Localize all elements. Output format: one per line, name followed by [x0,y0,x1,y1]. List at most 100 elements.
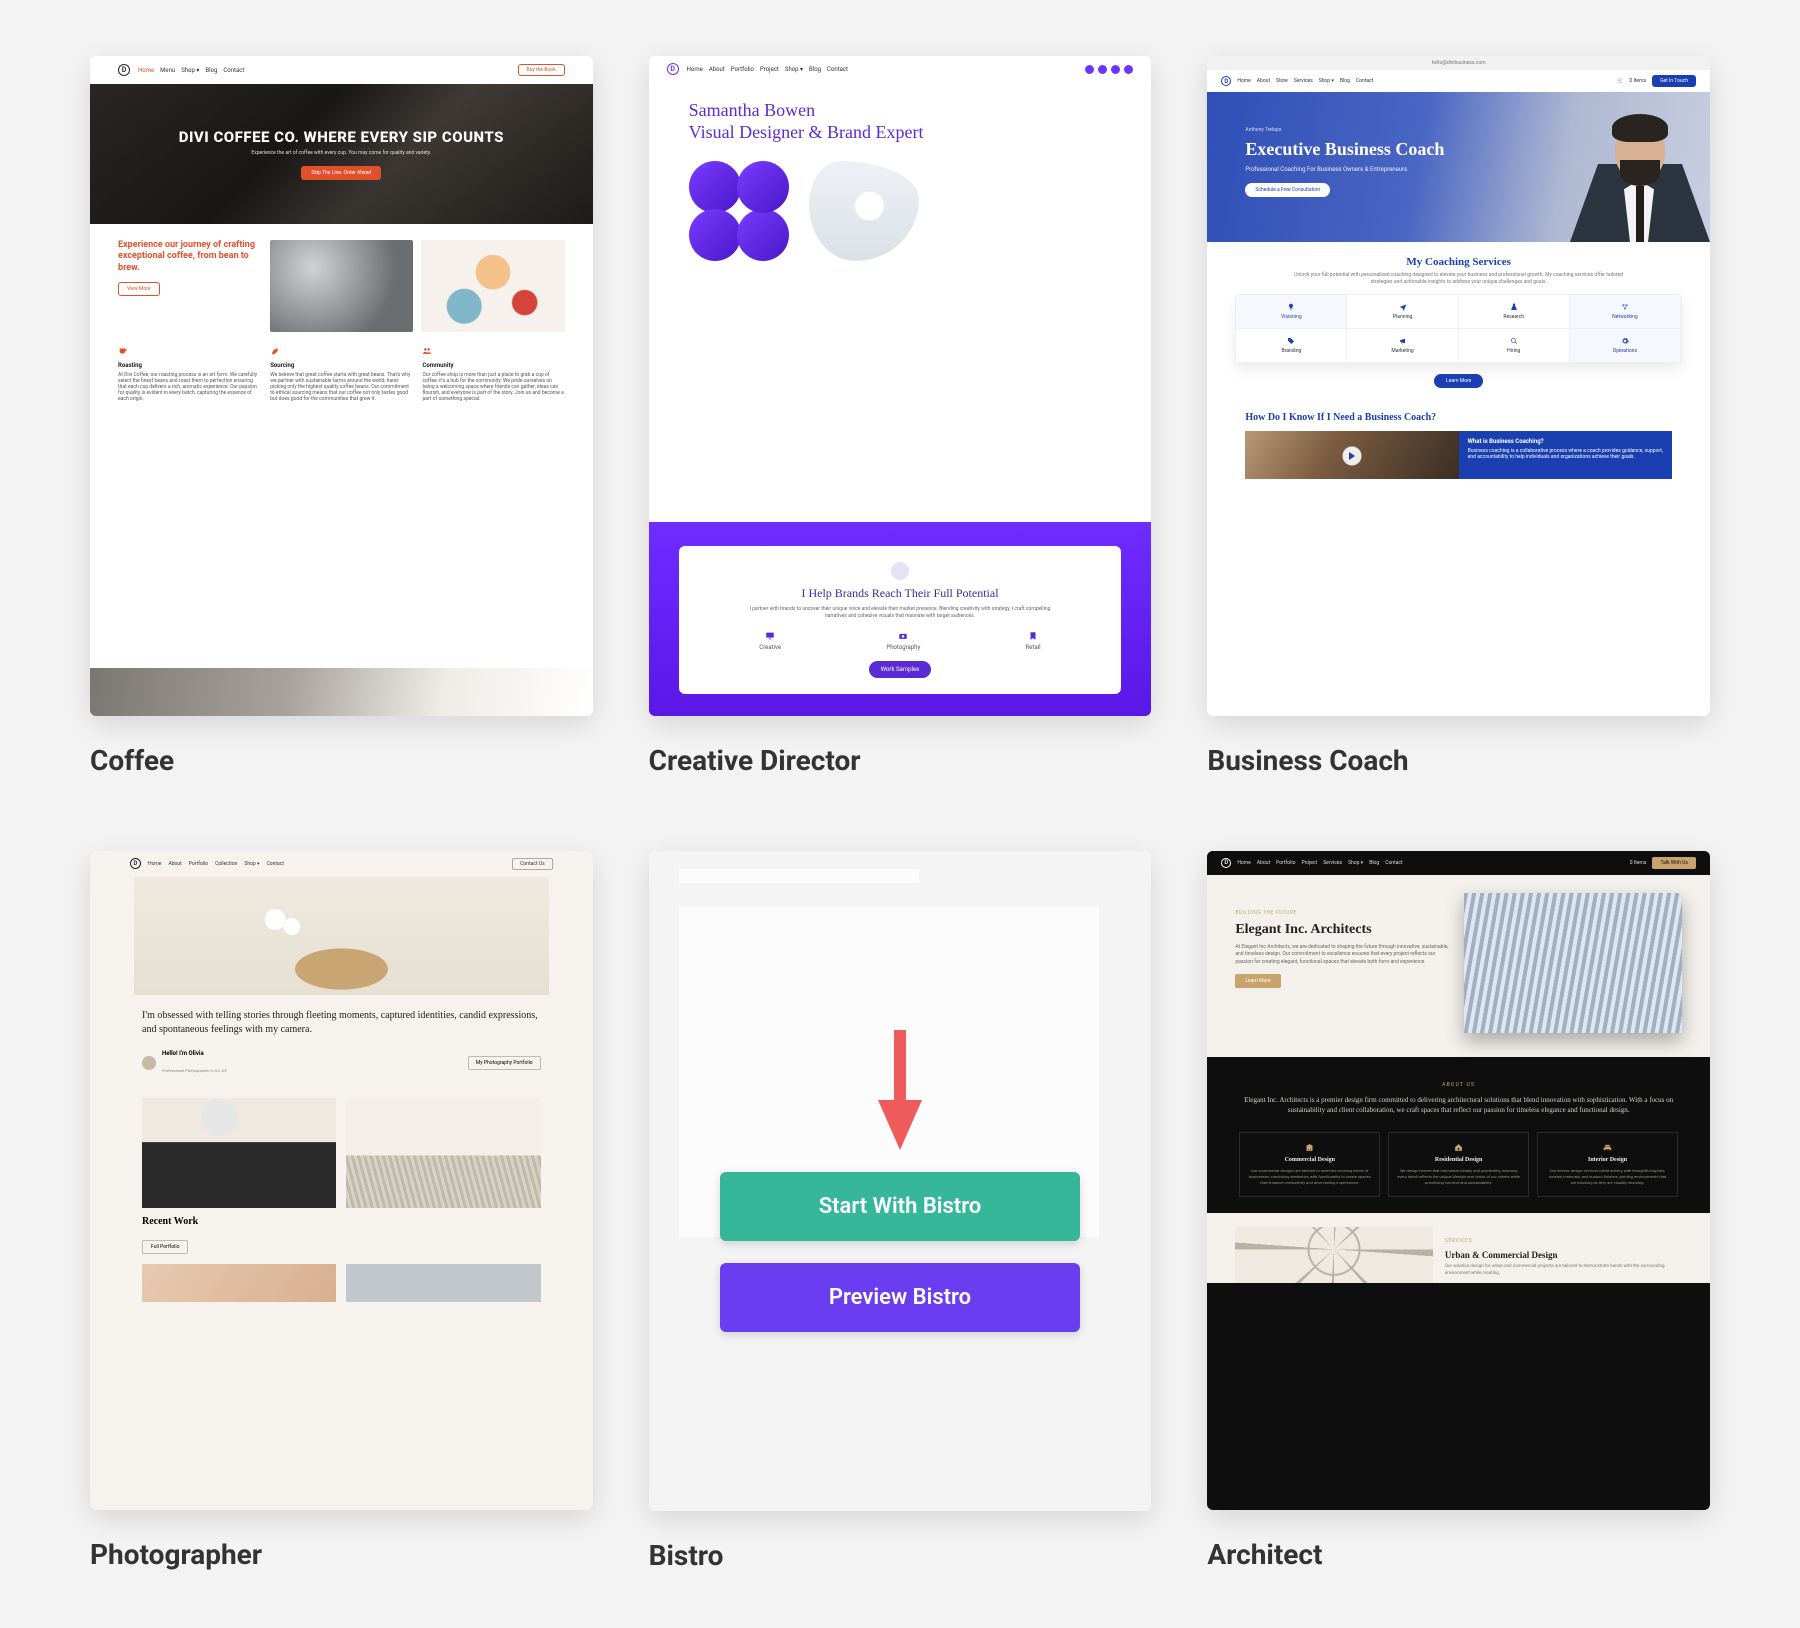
home-icon [1454,1143,1463,1152]
nav-item: About [1257,860,1270,866]
coffee-hero-btn: Skip The Line. Order Ahead [301,166,381,180]
avatar [142,1056,156,1070]
photog-byline-btn: My Photography Portfolio [468,1056,541,1070]
card-business-coach[interactable]: hello@divibusiness.com D Home About Stor… [1207,56,1710,777]
photog-footrow [90,1264,593,1302]
nav-item: Blog [1369,860,1379,866]
col-text: Our coffee shop is more than just a plac… [422,372,564,402]
bistro-hover-overlay: Start With Bistro Preview Bistro [649,851,1152,1511]
nav-item: About [709,66,725,73]
photog-hero-image [134,877,549,995]
lightbulb-icon [1287,303,1295,311]
arch-ferris-image [1235,1227,1433,1283]
nav-item: Contact [1385,860,1402,866]
svc-label: Visioning [1281,314,1302,320]
thumb-coffee[interactable]: D Home Menu Shop ▾ Blog Contact Buy the … [90,56,593,716]
leaf-icon [270,346,280,356]
thumb-bistro[interactable]: Start With Bistro Preview Bistro [649,851,1152,1511]
cup-icon [118,346,128,356]
creative-nav: Home About Portfolio Project Shop ▾ Blog… [687,66,848,73]
photog-byline: Hello! I'm Olivia Professional Photograp… [90,1044,593,1088]
nav-item: Blog [1340,78,1350,84]
svc-text: Our commercial designs are tailored to m… [1248,1168,1371,1186]
coach-video-thumbnail [1245,431,1458,479]
creative-purple-band: I Help Brands Reach Their Full Potential… [649,522,1152,716]
tag-icon [1287,337,1295,345]
clover-graphic [689,161,789,261]
nav-item: Home [687,66,703,73]
foot-text: Our solution design for urban and commer… [1445,1264,1682,1278]
social-icon [1124,65,1133,74]
svc-label: Planning [1393,314,1412,320]
nav-item: Home [148,861,161,867]
couch-icon [1603,1143,1612,1152]
nav-item: Home [1237,860,1250,866]
arch-hero-text: At Elegant Inc Architects, we are dedica… [1235,944,1453,967]
divi-logo-icon: D [1221,858,1231,868]
thumb-architect[interactable]: D Home About Portfolio Project Services … [1207,851,1710,1511]
arch-footer: Services Urban & Commercial Design Our s… [1207,1213,1710,1283]
thumb-coach[interactable]: hello@divibusiness.com D Home About Stor… [1207,56,1710,716]
col-text: At Divi Coffee, our roasting process is … [118,372,260,402]
card-coffee[interactable]: D Home Menu Shop ▾ Blog Contact Buy the … [90,56,593,777]
nav-item: Portfolio [731,66,754,73]
svc-label: Hiring [1507,348,1520,354]
creative-hero-title: Samantha Bowen Visual Designer & Brand E… [689,100,985,143]
arch-nav-cta: Talk With Us [1652,857,1696,869]
search-icon [1510,337,1518,345]
megaphone-icon [1399,337,1407,345]
arch-eyebrow: Building The Future [1235,910,1296,916]
nav-item: Collection [215,861,237,867]
nav-item: About [168,861,181,867]
nav-item: Contact [223,67,244,74]
card-title-coffee: Coffee [90,744,593,777]
creative-social [1085,65,1133,74]
start-with-bistro-button[interactable]: Start With Bistro [720,1172,1080,1241]
coach-hero-sub: Professional Coaching For Business Owner… [1245,166,1487,173]
coffee-hero-title: DIVI COFFEE CO. WHERE EVERY SIP COUNTS [179,128,504,146]
people-icon [422,346,432,356]
divi-logo-icon: D [130,858,141,869]
coffee-foot-image [90,668,593,716]
nav-item: Services [1294,78,1313,84]
recent-title: Recent Work [142,1216,541,1227]
nav-item: Portfolio [1276,860,1295,866]
col-title: Sourcing [270,362,412,369]
nav-item: Project [760,66,779,73]
nav-item: Blog [205,67,217,74]
photog-role: Professional Photographer in CA, US [162,1068,227,1073]
foot-image [346,1264,540,1302]
svc-title: Residential Design [1435,1157,1483,1163]
card-creative-director[interactable]: D Home About Portfolio Project Shop ▾ Bl… [649,56,1152,777]
svc-label: Marketing [1391,348,1413,354]
thumb-photographer[interactable]: D Home About Portfolio Collection Shop ▾… [90,851,593,1511]
plane-icon [1399,303,1407,311]
coach-eyebrow: Anthony Trelops [1245,127,1281,133]
bookmark-icon [1028,631,1038,641]
nav-item: Contact [1356,78,1373,84]
coffee-hero-sub: Experience the art of coffee with every … [251,150,431,156]
coach-lower-heading: How Do I Know If I Need a Business Coach… [1245,412,1672,423]
preview-bistro-button[interactable]: Preview Bistro [720,1263,1080,1332]
coach-hero-btn: Schedule a Free Consultation [1245,183,1330,197]
foot-eyebrow: Services [1445,1238,1472,1244]
foot-image [142,1264,336,1302]
nav-item: Shop ▾ [181,67,199,74]
coach-hero: Anthony Trelops Executive Business Coach… [1207,92,1710,242]
card-bistro[interactable]: Start With Bistro Preview Bistro Bistro [649,851,1152,1572]
arch-building-image [1464,893,1682,1033]
social-icon [1111,65,1120,74]
arch-hero: Building The Future Elegant Inc. Archite… [1207,875,1710,1057]
photog-works [90,1088,593,1216]
card-photographer[interactable]: D Home About Portfolio Collection Shop ▾… [90,851,593,1572]
template-grid: D Home Menu Shop ▾ Blog Contact Buy the … [90,56,1710,1572]
thumb-creative[interactable]: D Home About Portfolio Project Shop ▾ Bl… [649,56,1152,716]
svc-text: Our interior design services blend artis… [1546,1168,1669,1186]
card-title-coach: Business Coach [1207,744,1710,777]
coach-urlbar: hello@divibusiness.com [1207,56,1710,70]
coach-nav: D Home About Store Services Shop ▾ Blog … [1207,70,1710,92]
card-architect[interactable]: D Home About Portfolio Project Services … [1207,851,1710,1572]
coffee-nav-cta: Buy the Book [518,64,565,76]
nav-item: Store [1276,78,1288,84]
arrow-down-icon [868,1030,932,1150]
